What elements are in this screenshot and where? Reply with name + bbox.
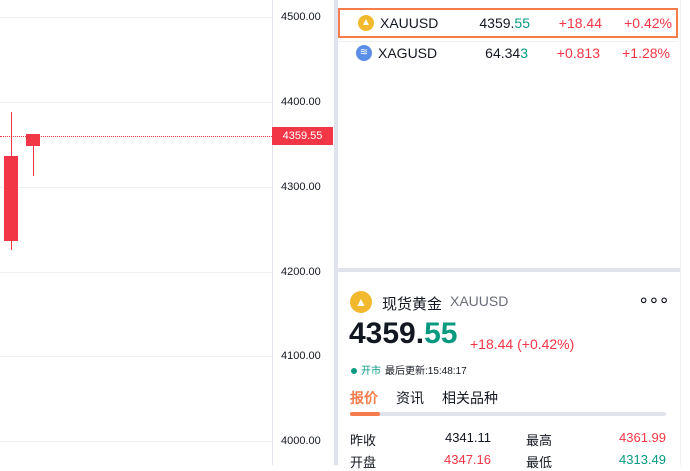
tab-news[interactable]: 资讯 <box>396 388 424 408</box>
price-chart[interactable] <box>0 0 272 465</box>
price-tick: 4500.00 <box>281 11 321 23</box>
current-price-line <box>0 136 272 137</box>
symbol-details: ▲ 现货黄金 XAUUSD ∘∘∘ 4359.55 +18.44 (+0.42%… <box>338 272 680 470</box>
candle-body <box>26 134 40 146</box>
watchlist-last-price: 4359.55 <box>479 15 530 31</box>
right-toolbar <box>680 0 690 465</box>
watchlist-row-xauusd[interactable]: ▲ XAUUSD 4359.55 +18.44 +0.42% <box>338 8 678 38</box>
watchlist: ▲ XAUUSD 4359.55 +18.44 +0.42% ≋ XAGUSD … <box>338 0 680 268</box>
watchlist-change: +0.813 <box>556 45 600 61</box>
instrument-name: 现货黄金 <box>382 296 443 313</box>
price-scale[interactable]: 4500.00 4400.00 4300.00 4200.00 4100.00 … <box>272 0 333 465</box>
gold-bars-icon: ▲ <box>358 15 374 31</box>
price-tick: 4000.00 <box>281 435 321 447</box>
gridline <box>0 17 272 18</box>
stat-value: 4361.99 <box>619 430 666 445</box>
gridline <box>0 187 272 188</box>
watchlist-change-pct: +1.28% <box>622 45 670 61</box>
gridline <box>0 102 272 103</box>
more-options-icon[interactable]: ∘∘∘ <box>638 290 670 311</box>
silver-icon: ≋ <box>356 45 372 61</box>
watchlist-row-xagusd[interactable]: ≋ XAGUSD 64.343 +0.813 +1.28% <box>338 38 678 68</box>
tab-related[interactable]: 相关品种 <box>442 388 498 408</box>
stat-label: 最高 <box>526 433 553 448</box>
price-tick: 4400.00 <box>281 96 321 108</box>
watchlist-last-price: 64.343 <box>485 45 528 61</box>
instrument-symbol: XAUUSD <box>450 293 509 309</box>
gridline <box>0 272 272 273</box>
gold-bars-icon: ▲ <box>350 291 372 313</box>
price-tick: 4100.00 <box>281 350 321 362</box>
watchlist-change-pct: +0.42% <box>624 15 672 31</box>
stat-label: 开盘 <box>350 455 377 470</box>
tab-indicator <box>350 412 380 416</box>
gridline <box>0 356 272 357</box>
status-dot-icon <box>351 368 357 375</box>
stat-label: 最低 <box>526 455 553 470</box>
candle-body <box>4 156 18 241</box>
stat-label: 昨收 <box>350 433 377 448</box>
price-change: +18.44 (+0.42%) <box>470 336 575 352</box>
stat-value: 4341.11 <box>444 430 491 445</box>
watchlist-symbol: XAGUSD <box>378 45 438 61</box>
last-price: 4359.55 <box>349 317 458 350</box>
watchlist-change: +18.44 <box>558 15 602 31</box>
tab-track <box>350 412 666 416</box>
price-tick: 4300.00 <box>281 181 321 193</box>
gridline <box>0 441 272 442</box>
market-status: 开市 最后更新:15:48:17 <box>351 362 467 377</box>
current-price-tag: 4359.55 <box>272 127 333 145</box>
price-tick: 4200.00 <box>281 266 321 278</box>
watchlist-symbol: XAUUSD <box>380 15 439 31</box>
tab-quote[interactable]: 报价 <box>350 388 378 408</box>
